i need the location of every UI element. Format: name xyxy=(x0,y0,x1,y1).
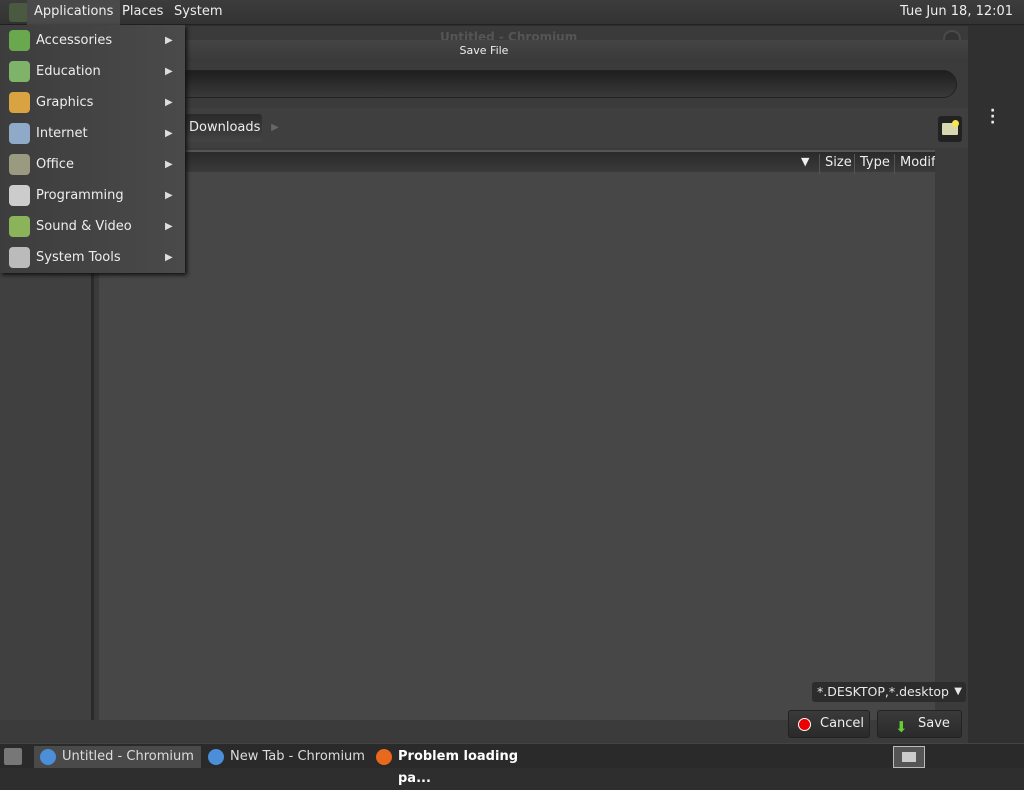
menu-item-label: Graphics xyxy=(36,95,94,110)
menu-item-sound-video[interactable]: Sound & Video ▶ xyxy=(0,211,185,242)
menu-item-label: Accessories xyxy=(36,33,113,48)
workspace-window-icon xyxy=(902,752,916,762)
path-forward-arrow-icon[interactable]: ▶ xyxy=(265,114,285,142)
menu-applications[interactable]: Applications xyxy=(27,0,121,25)
accessories-icon xyxy=(9,30,30,51)
more-menu-icon[interactable]: · · · xyxy=(990,104,995,130)
taskbar-label: Untitled - Chromium xyxy=(62,749,194,764)
office-icon xyxy=(9,154,30,175)
sparkle-icon xyxy=(952,120,959,127)
menu-item-label: Programming xyxy=(36,188,124,203)
menu-item-label: Education xyxy=(36,64,101,79)
firefox-icon xyxy=(376,749,392,765)
internet-globe-icon xyxy=(9,123,30,144)
programming-icon xyxy=(9,185,30,206)
menu-item-label: Office xyxy=(36,157,74,172)
taskbar: Untitled - Chromium New Tab - Chromium P… xyxy=(0,743,1024,786)
save-button[interactable]: ⬇ Save xyxy=(877,710,962,738)
chevron-down-icon: ▼ xyxy=(954,686,962,697)
menu-item-label: Internet xyxy=(36,126,88,141)
submenu-arrow-icon: ▶ xyxy=(165,159,173,170)
file-name-input[interactable] xyxy=(150,70,957,98)
workspace-switcher[interactable] xyxy=(893,746,925,768)
cancel-button[interactable]: Cancel xyxy=(788,710,870,738)
taskbar-item-new-tab-chromium[interactable]: New Tab - Chromium xyxy=(202,746,367,768)
menu-item-internet[interactable]: Internet ▶ xyxy=(0,118,185,149)
submenu-arrow-icon: ▶ xyxy=(165,221,173,232)
chromium-toolbar-area: · · · xyxy=(968,26,1024,743)
top-panel: Applications Places System Tue Jun 18, 1… xyxy=(0,0,1024,43)
menu-item-label: Sound & Video xyxy=(36,219,132,234)
filter-value: *.DESKTOP,*.desktop xyxy=(817,684,949,699)
menu-item-label: System Tools xyxy=(36,250,121,265)
menu-system[interactable]: System xyxy=(167,0,229,25)
clock[interactable]: Tue Jun 18, 12:01 PM xyxy=(893,0,1024,43)
menu-item-accessories[interactable]: Accessories ▶ xyxy=(0,25,185,56)
cancel-icon xyxy=(798,718,811,731)
cancel-label: Cancel xyxy=(820,716,865,731)
menu-item-graphics[interactable]: Graphics ▶ xyxy=(0,87,185,118)
gear-icon xyxy=(9,247,30,268)
taskbar-label: New Tab - Chromium xyxy=(230,749,365,764)
menu-item-system-tools[interactable]: System Tools ▶ xyxy=(0,242,185,273)
sort-dropdown-icon[interactable]: ▼ xyxy=(801,155,809,168)
graphics-icon xyxy=(9,92,30,113)
menu-item-education[interactable]: Education ▶ xyxy=(0,56,185,87)
download-icon: ⬇ xyxy=(895,718,908,736)
save-label: Save xyxy=(918,716,950,731)
path-button-downloads[interactable]: Downloads xyxy=(185,114,262,142)
taskbar-item-problem-loading[interactable]: Problem loading pa... xyxy=(370,746,545,786)
chromium-icon xyxy=(40,749,56,765)
submenu-arrow-icon: ▶ xyxy=(165,97,173,108)
scrollbar[interactable] xyxy=(935,150,968,720)
column-type[interactable]: Type xyxy=(854,154,894,174)
column-size[interactable]: Size xyxy=(819,154,854,174)
show-desktop-icon[interactable] xyxy=(4,748,22,765)
menu-item-programming[interactable]: Programming ▶ xyxy=(0,180,185,211)
create-folder-button[interactable] xyxy=(938,116,962,142)
submenu-arrow-icon: ▶ xyxy=(165,35,173,46)
app-menu-logo-icon[interactable] xyxy=(9,3,29,22)
menu-item-office[interactable]: Office ▶ xyxy=(0,149,185,180)
submenu-arrow-icon: ▶ xyxy=(165,128,173,139)
file-type-filter[interactable]: *.DESKTOP,*.desktop ▼ xyxy=(812,682,966,702)
submenu-arrow-icon: ▶ xyxy=(165,252,173,263)
submenu-arrow-icon: ▶ xyxy=(165,190,173,201)
file-list-header: ▼ Size Type Modif xyxy=(99,150,935,174)
sound-video-icon xyxy=(9,216,30,237)
column-modified[interactable]: Modif xyxy=(894,154,935,174)
submenu-arrow-icon: ▶ xyxy=(165,66,173,77)
file-list[interactable]: ▼ Size Type Modif xyxy=(99,150,935,720)
chromium-icon xyxy=(208,749,224,765)
education-icon xyxy=(9,61,30,82)
taskbar-item-untitled-chromium[interactable]: Untitled - Chromium xyxy=(34,746,201,768)
menu-places[interactable]: Places xyxy=(115,0,170,25)
